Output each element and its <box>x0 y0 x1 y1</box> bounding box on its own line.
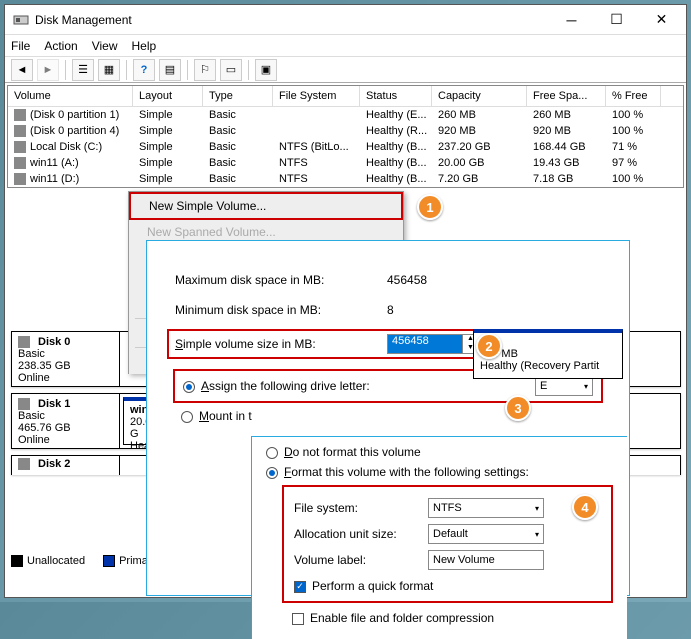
chevron-down-icon: ▾ <box>584 382 588 391</box>
file-system-label: File system: <box>294 501 428 515</box>
menu-help[interactable]: Help <box>132 39 157 53</box>
radio-icon <box>266 467 278 479</box>
part-status: Healthy (Recovery Partit <box>480 360 616 372</box>
menu-action[interactable]: Action <box>44 39 77 53</box>
col-free[interactable]: Free Spa... <box>527 86 606 106</box>
volume-row[interactable]: (Disk 0 partition 4)SimpleBasicHealthy (… <box>8 123 683 139</box>
legend-unallocated: Unallocated <box>27 555 85 567</box>
toolbar-btn-5[interactable]: ▭ <box>220 59 242 81</box>
volume-row[interactable]: (Disk 0 partition 1)SimpleBasicHealthy (… <box>8 107 683 123</box>
disk-1-size: 465.76 GB <box>18 422 113 434</box>
volume-icon <box>14 173 26 185</box>
step-badge-4: 4 <box>572 494 598 520</box>
volume-label-label: Volume label: <box>294 553 428 567</box>
radio-icon <box>181 411 193 423</box>
min-disk-space-label: Minimum disk space in MB: <box>175 303 387 317</box>
disk-icon <box>18 336 30 348</box>
col-fs[interactable]: File System <box>273 86 360 106</box>
min-disk-space-value: 8 <box>387 303 394 317</box>
volume-list: Volume Layout Type File System Status Ca… <box>7 85 684 188</box>
disk-0-type: Basic <box>18 348 113 360</box>
maximize-button[interactable]: ☐ <box>594 5 639 34</box>
volume-icon <box>14 125 26 137</box>
col-type[interactable]: Type <box>203 86 273 106</box>
disk-0-name: Disk 0 <box>38 336 70 348</box>
volume-list-header: Volume Layout Type File System Status Ca… <box>8 86 683 107</box>
col-volume[interactable]: Volume <box>8 86 133 106</box>
swatch-primary <box>103 555 115 567</box>
back-button[interactable]: ◄ <box>11 59 33 81</box>
col-layout[interactable]: Layout <box>133 86 203 106</box>
step-badge-2: 2 <box>476 333 502 359</box>
app-icon <box>13 12 29 28</box>
disk-0-size: 238.35 GB <box>18 360 113 372</box>
volume-size-input[interactable]: 456458 <box>387 334 463 354</box>
radio-icon <box>183 381 195 393</box>
titlebar: Disk Management ─ ☐ ✕ <box>5 5 686 35</box>
volume-size-label: Simple volume size in MB: <box>175 337 387 351</box>
chevron-down-icon: ▾ <box>535 504 539 513</box>
file-system-select[interactable]: NTFS▾ <box>428 498 544 518</box>
no-format-option[interactable]: Do not format this volume <box>266 445 613 465</box>
toolbar-btn-1[interactable]: ☰ <box>72 59 94 81</box>
menu-view[interactable]: View <box>92 39 118 53</box>
checkbox-icon: ✓ <box>294 581 306 593</box>
checkbox-icon <box>292 613 304 625</box>
toolbar: ◄ ► ☰ ▦ ? ▤ ⚐ ▭ ▣ <box>5 57 686 83</box>
disk-1-name: Disk 1 <box>38 398 70 410</box>
col-capacity[interactable]: Capacity <box>432 86 527 106</box>
col-status[interactable]: Status <box>360 86 432 106</box>
disk-1-type: Basic <box>18 410 113 422</box>
help-button[interactable]: ? <box>133 59 155 81</box>
allocation-size-select[interactable]: Default▾ <box>428 524 544 544</box>
toolbar-btn-2[interactable]: ▦ <box>98 59 120 81</box>
drive-letter-select[interactable]: E▾ <box>535 376 593 396</box>
volume-icon <box>14 109 26 121</box>
assign-drive-letter-option[interactable]: Assign the following drive letter: <box>183 379 370 393</box>
menubar: File Action View Help <box>5 35 686 57</box>
swatch-unallocated <box>11 555 23 567</box>
volume-row[interactable]: win11 (D:)SimpleBasicNTFSHealthy (B...7.… <box>8 171 683 187</box>
disk-2-name: Disk 2 <box>38 458 70 470</box>
mount-option[interactable]: Mount in t <box>181 409 252 423</box>
volume-row[interactable]: win11 (A:)SimpleBasicNTFSHealthy (B...20… <box>8 155 683 171</box>
disk-1-state: Online <box>18 434 113 446</box>
volume-icon <box>14 141 26 153</box>
toolbar-btn-4[interactable]: ⚐ <box>194 59 216 81</box>
volume-row[interactable]: Local Disk (C:)SimpleBasicNTFS (BitLo...… <box>8 139 683 155</box>
radio-icon <box>266 447 278 459</box>
close-button[interactable]: ✕ <box>639 5 684 34</box>
forward-button[interactable]: ► <box>37 59 59 81</box>
step-badge-1: 1 <box>417 194 443 220</box>
minimize-button[interactable]: ─ <box>549 5 594 34</box>
quick-format-checkbox[interactable]: ✓Perform a quick format <box>294 573 601 593</box>
disk-0-state: Online <box>18 372 113 384</box>
max-disk-space-value: 456458 <box>387 273 427 287</box>
col-pct[interactable]: % Free <box>606 86 661 106</box>
step-badge-3: 3 <box>505 395 531 421</box>
volume-label-input[interactable]: New Volume <box>428 550 544 570</box>
disk-icon <box>18 398 30 410</box>
menu-file[interactable]: File <box>11 39 30 53</box>
disk-icon <box>18 458 30 470</box>
new-volume-wizard: Maximum disk space in MB: 456458 Minimum… <box>146 240 630 596</box>
toolbar-btn-3[interactable]: ▤ <box>159 59 181 81</box>
max-disk-space-label: Maximum disk space in MB: <box>175 273 387 287</box>
format-option[interactable]: Format this volume with the following se… <box>266 465 613 485</box>
volume-icon <box>14 157 26 169</box>
chevron-down-icon: ▾ <box>535 530 539 539</box>
window-title: Disk Management <box>35 13 549 27</box>
toolbar-btn-6[interactable]: ▣ <box>255 59 277 81</box>
menu-new-simple-volume[interactable]: New Simple Volume... <box>129 192 403 220</box>
allocation-size-label: Allocation unit size: <box>294 527 428 541</box>
compression-checkbox[interactable]: Enable file and folder compression <box>266 603 613 625</box>
